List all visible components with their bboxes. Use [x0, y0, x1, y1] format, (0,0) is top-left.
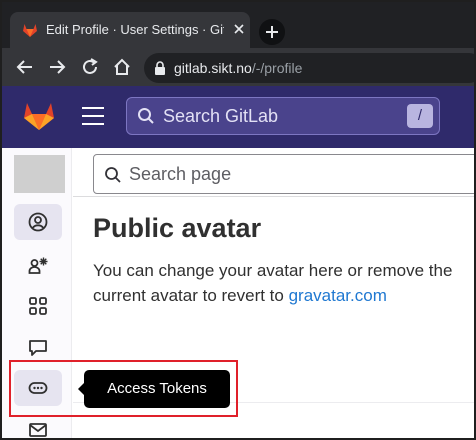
search-icon: [105, 167, 121, 183]
sidebar-item-profile[interactable]: [14, 204, 62, 240]
main-menu-button[interactable]: [82, 107, 104, 125]
user-gear-icon: [28, 257, 48, 274]
browser-toolbar: gitlab.sikt.no/-/profile: [2, 48, 474, 86]
close-tab-icon[interactable]: [232, 22, 246, 36]
comment-icon: [29, 340, 47, 356]
mail-icon: [29, 423, 47, 437]
browser-tabstrip: Edit Profile · User Settings · GitLab: [2, 2, 474, 48]
gitlab-search-input[interactable]: Search GitLab /: [126, 97, 440, 135]
sidebar-item-applications[interactable]: [14, 288, 62, 324]
search-page-placeholder: Search page: [129, 164, 232, 184]
browser-window: Edit Profile · User Settings · GitLab: [0, 0, 476, 440]
grid-icon: [29, 297, 47, 315]
gitlab-logo-icon[interactable]: [22, 99, 56, 131]
tab-title: Edit Profile · User Settings · GitLab: [46, 22, 224, 37]
search-icon: [138, 108, 154, 124]
description-text: You can change your avatar here or remov…: [93, 261, 453, 305]
section-title: Public avatar: [93, 213, 262, 243]
avatar[interactable]: [14, 155, 65, 193]
user-circle-icon: [28, 212, 48, 232]
highlight-box: [9, 360, 238, 417]
gitlab-favicon-icon: [23, 24, 37, 37]
home-icon[interactable]: [112, 57, 132, 77]
gitlab-top-bar: Search GitLab /: [2, 86, 474, 148]
back-icon[interactable]: [15, 57, 35, 77]
gravatar-link[interactable]: gravatar.com: [289, 286, 387, 305]
lock-icon: [155, 61, 165, 75]
url-text: gitlab.sikt.no/-/profile: [174, 60, 302, 76]
url-path: /-/profile: [251, 60, 303, 76]
divider: [73, 196, 474, 197]
forward-icon[interactable]: [47, 57, 67, 77]
address-bar[interactable]: gitlab.sikt.no/-/profile: [144, 53, 474, 83]
search-shortcut-badge: /: [407, 104, 433, 128]
new-tab-icon[interactable]: [259, 19, 285, 45]
reload-icon[interactable]: [80, 57, 100, 77]
sidebar-item-account[interactable]: [14, 248, 62, 284]
url-host: gitlab.sikt.no: [174, 60, 252, 76]
browser-tab[interactable]: Edit Profile · User Settings · GitLab: [10, 12, 250, 48]
search-placeholder: Search GitLab: [163, 106, 279, 126]
search-page-input[interactable]: Search page: [93, 154, 474, 194]
section-description: You can change your avatar here or remov…: [93, 258, 474, 308]
